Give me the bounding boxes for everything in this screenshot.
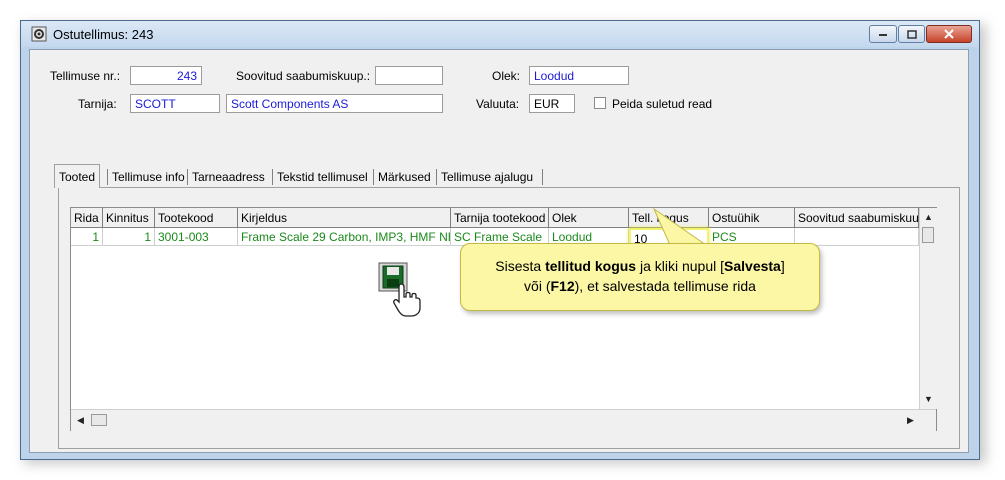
minimize-button[interactable] <box>869 25 897 43</box>
hand-cursor-icon <box>393 283 421 317</box>
tab-separator <box>542 169 543 185</box>
table-cell-tootekood[interactable]: 3001-003 <box>155 228 238 246</box>
status-field[interactable]: Loodud <box>529 66 629 85</box>
currency-field[interactable]: EUR <box>529 94 575 113</box>
callout-bold-text: Salvesta <box>724 258 781 274</box>
column-header-tootekood[interactable]: Tootekood <box>155 208 238 228</box>
callout-text: ] <box>780 258 785 274</box>
tab-tellimuse-info[interactable]: Tellimuse info <box>108 167 189 187</box>
horizontal-scrollbar[interactable]: ◀ ▶ <box>71 409 936 431</box>
title-bar[interactable]: Ostutellimus: 243 <box>21 21 979 47</box>
desired-arrival-label: Soovitud saabumiskuup.: <box>236 69 371 83</box>
order-no-label: Tellimuse nr.: <box>50 69 121 83</box>
scroll-down-arrow-icon[interactable]: ▼ <box>924 394 933 404</box>
table-cell-kirjeldus[interactable]: Frame Scale 29 Carbon, IMP3, HMF NE <box>238 228 451 246</box>
horizontal-scroll-thumb[interactable] <box>91 414 107 426</box>
hide-closed-label: Peida suletud read <box>612 97 713 111</box>
order-lines-grid[interactable]: Rida Kinnitus Tootekood Kirjeldus Tarnij… <box>70 207 937 431</box>
callout-bold-text: tellitud kogus <box>545 258 637 274</box>
gear-document-icon <box>31 26 47 42</box>
callout-text: Sisesta <box>495 258 546 274</box>
scroll-right-arrow-icon[interactable]: ▶ <box>907 415 914 426</box>
maximize-button[interactable] <box>898 25 925 43</box>
close-icon <box>944 29 954 39</box>
column-header-kinnitus[interactable]: Kinnitus <box>103 208 155 228</box>
desired-arrival-field[interactable] <box>375 66 443 85</box>
maximize-icon <box>906 29 917 39</box>
purchase-order-window: Ostutellimus: 243 Tellimuse nr.: 243 Soo… <box>20 20 980 460</box>
hide-closed-checkbox[interactable] <box>594 97 606 109</box>
tab-tarneaadress[interactable]: Tarneaadress <box>188 167 269 187</box>
scroll-up-arrow-icon[interactable]: ▲ <box>924 212 933 222</box>
status-label: Olek: <box>492 69 521 83</box>
column-header-rida[interactable]: Rida <box>71 208 103 228</box>
scroll-left-arrow-icon[interactable]: ◀ <box>77 415 84 426</box>
window-title: Ostutellimus: 243 <box>53 27 154 42</box>
callout-text: ), et salvestada tellimuse rida <box>574 278 756 294</box>
order-no-field[interactable]: 243 <box>130 66 202 85</box>
vertical-scroll-thumb[interactable] <box>922 227 934 243</box>
column-header-kirjeldus[interactable]: Kirjeldus <box>238 208 451 228</box>
column-header-olek[interactable]: Olek <box>549 208 629 228</box>
column-header-soovitud-saabumiskuu[interactable]: Soovitud saabumiskuu <box>795 208 919 228</box>
vertical-scrollbar[interactable]: ▲ ▼ <box>919 208 937 409</box>
table-cell-rida[interactable]: 1 <box>71 228 103 246</box>
tab-tekstid-tellimusel[interactable]: Tekstid tellimusel <box>273 167 372 187</box>
minimize-icon <box>879 34 887 36</box>
supplier-label: Tarnija: <box>78 97 117 111</box>
callout-bold-text: F12 <box>550 278 575 294</box>
table-cell-kinnitus[interactable]: 1 <box>103 228 155 246</box>
column-header-ostuuhik[interactable]: Ostuühik <box>709 208 795 228</box>
tab-markused[interactable]: Märkused <box>374 167 435 187</box>
column-header-tarnija-tootekood[interactable]: Tarnija tootekood <box>451 208 549 228</box>
supplier-name-field[interactable]: Scott Components AS <box>226 94 443 113</box>
supplier-code-field[interactable]: SCOTT <box>130 94 220 113</box>
callout-text: ja kliki nupul [ <box>636 258 725 274</box>
instruction-callout: Sisesta tellitud kogus ja kliki nupul [S… <box>460 243 820 311</box>
tab-tooted[interactable]: Tooted <box>54 164 101 188</box>
close-button[interactable] <box>926 25 972 43</box>
currency-label: Valuuta: <box>476 97 520 111</box>
callout-pointer <box>652 207 708 246</box>
callout-text: või ( <box>524 278 551 294</box>
tab-tellimuse-ajalugu[interactable]: Tellimuse ajalugu <box>437 167 537 187</box>
